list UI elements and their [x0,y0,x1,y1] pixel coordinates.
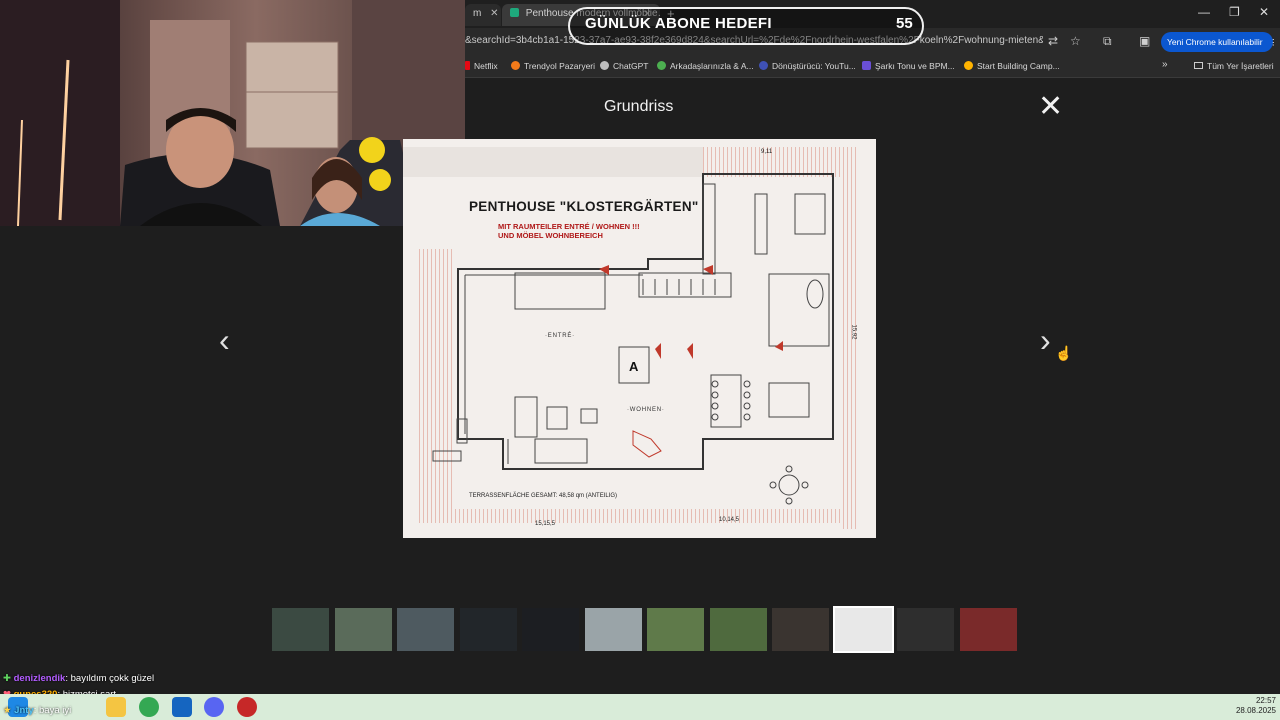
chat-message: ★ Jnty: baya iyi [3,705,71,716]
converter-icon [759,61,768,70]
tab-previous[interactable]: m ✕ [465,4,501,26]
chatgpt-icon [600,61,609,70]
previous-image-button[interactable]: ‹ [219,322,230,359]
floorplan-title: PENTHOUSE "KLOSTERGÄRTEN" [469,199,699,214]
bookmark-start-building[interactable]: Start Building Camp... [964,61,1060,71]
bookmark-arkadaslar[interactable]: Arkadaşlarınızla & A... [657,61,754,71]
gallery-thumbnail[interactable] [584,608,642,651]
extensions-icon[interactable]: ⧉ [1103,34,1112,49]
app-icon[interactable] [172,697,192,717]
webcam-feed [0,0,465,226]
webcam-image [0,0,465,226]
chrome-update-button[interactable]: Yeni Chrome kullanılabilir ⋮ [1161,32,1277,52]
gallery-thumbnail[interactable] [959,608,1017,651]
folder-icon [1194,62,1203,69]
music-icon [862,61,871,70]
tab-close-icon[interactable]: ✕ [490,8,498,19]
gallery-thumbnail[interactable] [709,608,767,651]
goal-count: 55 [896,15,913,32]
bookmarks-overflow-button[interactable]: » [1162,59,1168,70]
thumbnail-strip [272,606,1017,653]
room-label-entre: ·ENTRÉ· [545,333,575,339]
chat-badge-icon: ★ [3,705,12,716]
all-bookmarks-button[interactable]: Tüm Yer İşaretleri [1194,61,1274,71]
system-clock[interactable]: 22:57 28.08.2025 [1228,696,1276,716]
taskbar [0,694,1280,720]
hand-cursor-icon: ☝ [1055,345,1073,361]
chrome-icon[interactable] [139,697,159,717]
chat-username: denizlendik [13,673,66,684]
goal-label: GÜNLÜK ABONE HEDEFI [585,15,772,32]
gallery-thumbnail[interactable] [334,608,392,651]
tab-favicon-icon [510,8,519,17]
menu-icon[interactable]: ⋮ [1269,37,1278,47]
room-label-a: A [629,359,639,374]
bookmark-donusturucu[interactable]: Dönüştürücü: YouTu... [759,61,856,71]
close-icon[interactable]: ✕ [1038,92,1063,122]
dimension-bottom-left: 15,15,5 [535,521,556,527]
lightbox-title: Grundriss [604,98,674,115]
netflix-icon [465,61,470,70]
chrome-update-label: Yeni Chrome kullanılabilir [1167,37,1263,47]
app-red-icon[interactable] [237,697,257,717]
file-explorer-icon[interactable] [106,697,126,717]
close-window-button[interactable]: ✕ [1259,5,1269,19]
minimize-button[interactable]: — [1198,5,1210,19]
floorplan-subtitle-2: UND MÖBEL WOHNBEREICH [498,231,603,240]
gallery-thumbnail[interactable] [522,608,579,651]
gallery-thumbnail[interactable] [459,608,517,651]
gallery-thumbnail[interactable] [647,608,704,651]
chat-username: Jnty [14,705,34,716]
clock-time: 22:57 [1255,696,1276,705]
room-label-wohnen: ·WOHNEN· [627,407,665,413]
gallery-thumbnail[interactable] [897,608,954,651]
trendyol-icon [511,61,520,70]
bookmark-trendyol[interactable]: Trendyol Pazaryeri [511,61,595,71]
clock-date: 28.08.2025 [1235,706,1276,715]
chat-message: ✚ denizlendik: bayıldım çokk güzel [3,673,154,684]
bookmark-netflix[interactable]: Netflix [465,61,498,71]
floorplan-image: PENTHOUSE "KLOSTERGÄRTEN" MIT RAUMTEILER… [403,139,876,538]
chat-text: : bayıldım çokk güzel [65,673,155,684]
gallery-thumbnail[interactable] [272,608,329,651]
dimension-bottom-right: 10,14,5 [719,517,740,523]
translate-icon[interactable]: ⇄ [1048,34,1058,48]
chat-badge-icon: ✚ [3,673,11,684]
gallery-thumbnail[interactable] [397,608,454,651]
dimension-top: 9,11 [761,149,773,155]
profile-icon[interactable]: ▣ [1139,34,1150,48]
chat-text: : baya iyi [33,705,72,716]
google-ads-icon [964,61,973,70]
discord-icon[interactable] [204,697,224,717]
bookmark-sarki-tonu[interactable]: Şarkı Tonu ve BPM... [862,61,955,71]
bookmark-star-icon[interactable]: ☆ [1070,34,1081,48]
person-icon [657,61,666,70]
terrace-area-note: TERRASSENFLÄCHE GESAMT: 48,58 qm (ANTEIL… [469,493,618,499]
gallery-thumbnail[interactable] [772,608,829,651]
gallery-thumbnail[interactable] [832,606,894,653]
restore-button[interactable]: ❐ [1229,5,1240,19]
tab-label: m [473,8,482,19]
floorplan-subtitle: MIT RAUMTEILER ENTRÉ / WOHNEN !!! [498,222,640,231]
dimension-right: 15,92 [850,324,857,340]
bookmark-chatgpt[interactable]: ChatGPT [600,61,648,71]
next-image-button[interactable]: › [1040,322,1051,359]
